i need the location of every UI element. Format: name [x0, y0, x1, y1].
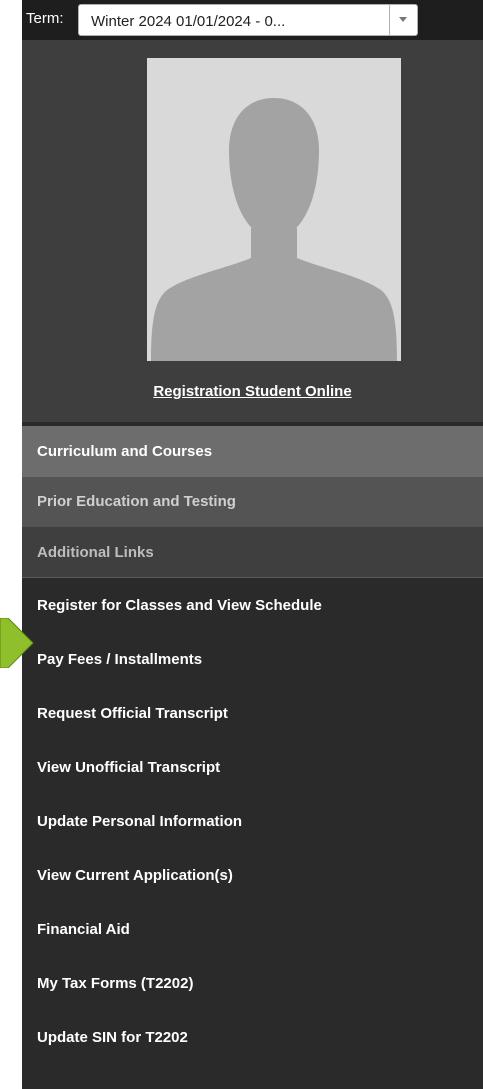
term-select[interactable]: Winter 2024 01/01/2024 - 0... [78, 4, 418, 36]
arrow-right-icon [0, 618, 34, 668]
link-request-official-transcript[interactable]: Request Official Transcript [22, 686, 483, 740]
profile-link[interactable]: Registration Student Online [22, 383, 483, 400]
link-register-for-classes[interactable]: Register for Classes and View Schedule [22, 578, 483, 632]
person-silhouette-icon [147, 58, 401, 361]
term-label: Term: [26, 10, 64, 27]
link-view-unofficial-transcript[interactable]: View Unofficial Transcript [22, 740, 483, 794]
term-bar: Term: Winter 2024 01/01/2024 - 0... [22, 0, 483, 40]
section-curriculum-and-courses[interactable]: Curriculum and Courses [22, 426, 483, 477]
avatar [147, 58, 401, 361]
section-prior-education-and-testing[interactable]: Prior Education and Testing [22, 477, 483, 527]
link-update-sin[interactable]: Update SIN for T2202 [22, 1010, 483, 1064]
link-my-tax-forms[interactable]: My Tax Forms (T2202) [22, 956, 483, 1010]
student-sidebar-panel: Term: Winter 2024 01/01/2024 - 0... Regi… [22, 0, 483, 1089]
link-financial-aid[interactable]: Financial Aid [22, 902, 483, 956]
term-selected-value: Winter 2024 01/01/2024 - 0... [91, 13, 286, 30]
link-update-personal-information[interactable]: Update Personal Information [22, 794, 483, 848]
additional-links-list: Register for Classes and View Schedule P… [22, 578, 483, 1064]
term-dropdown-toggle[interactable] [389, 5, 417, 35]
chevron-down-icon [399, 17, 407, 22]
link-view-current-applications[interactable]: View Current Application(s) [22, 848, 483, 902]
link-pay-fees[interactable]: Pay Fees / Installments [22, 632, 483, 686]
section-additional-links[interactable]: Additional Links [22, 527, 483, 578]
profile-area: Registration Student Online [22, 40, 483, 422]
